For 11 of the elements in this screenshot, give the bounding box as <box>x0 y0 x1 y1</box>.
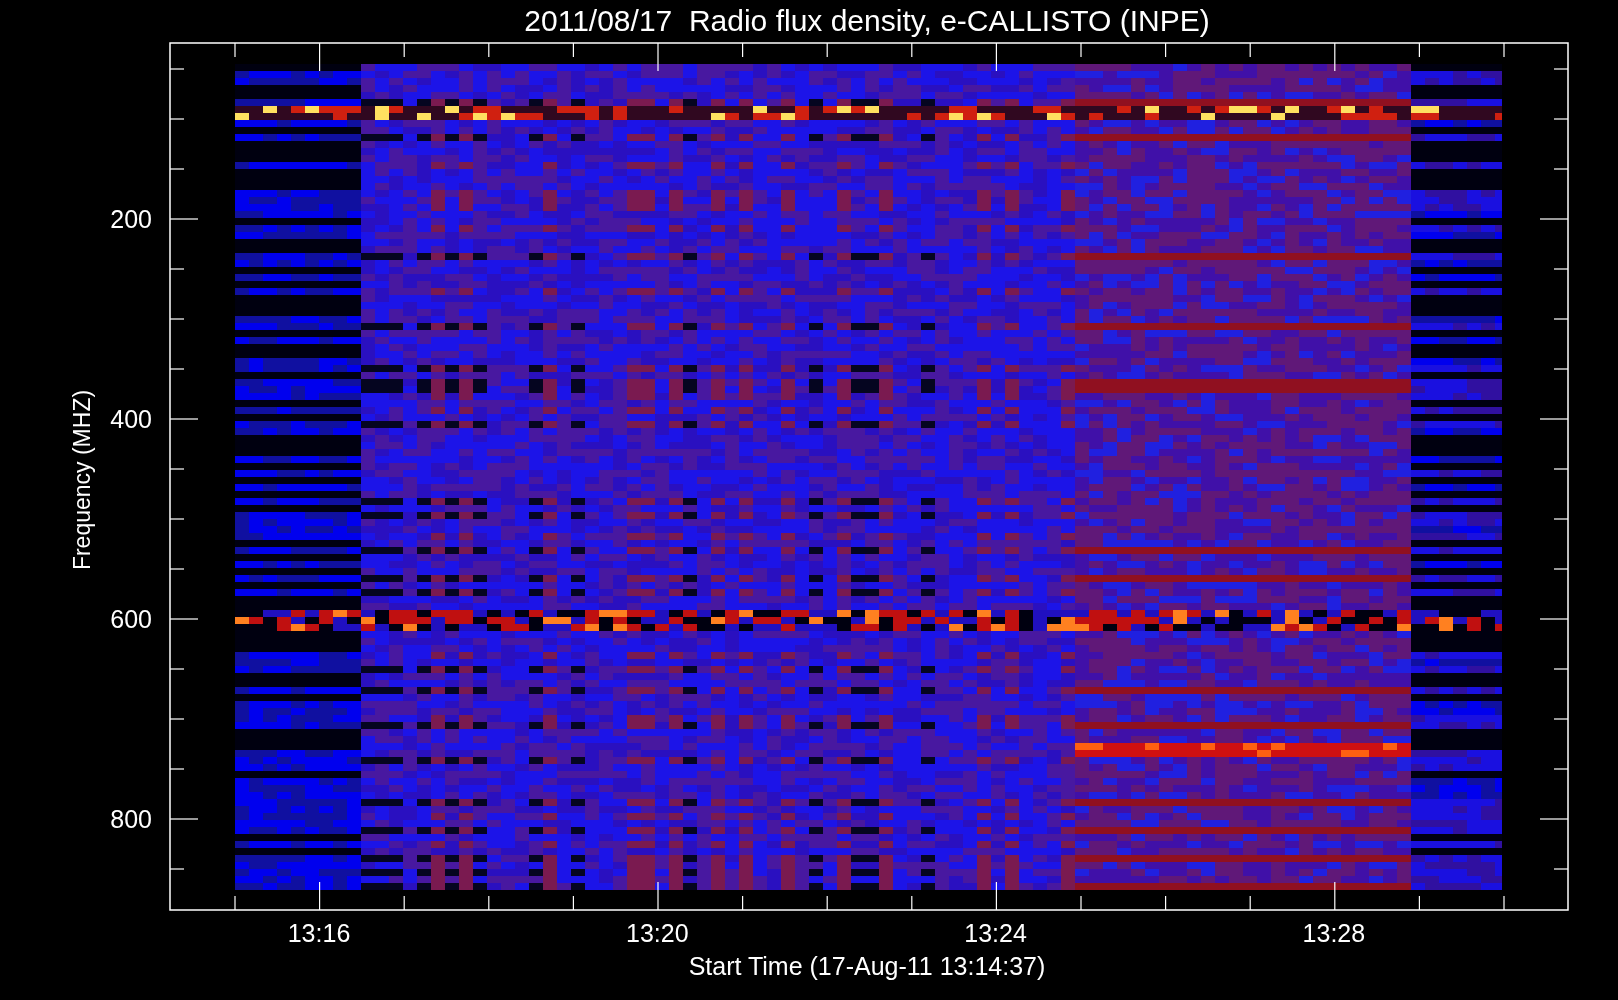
y-tick-label: 200 <box>110 205 152 233</box>
x-tick-label: 13:28 <box>1302 919 1366 947</box>
x-tick-label: 13:24 <box>964 919 1027 947</box>
y-tick-label: 800 <box>110 805 152 833</box>
y-tick-label: 400 <box>110 405 152 433</box>
x-tick-label: 13:16 <box>287 919 351 947</box>
chart-title: 2011/08/17 Radio flux density, e-CALLISTO (INPE) <box>524 4 1210 37</box>
x-tick-label: 13:20 <box>626 919 689 947</box>
y-axis-label: Frequency (MHZ) <box>69 389 95 571</box>
x-axis-label: Start Time (17-Aug-11 13:14:37) <box>688 952 1046 980</box>
y-tick-label: 600 <box>110 605 152 633</box>
